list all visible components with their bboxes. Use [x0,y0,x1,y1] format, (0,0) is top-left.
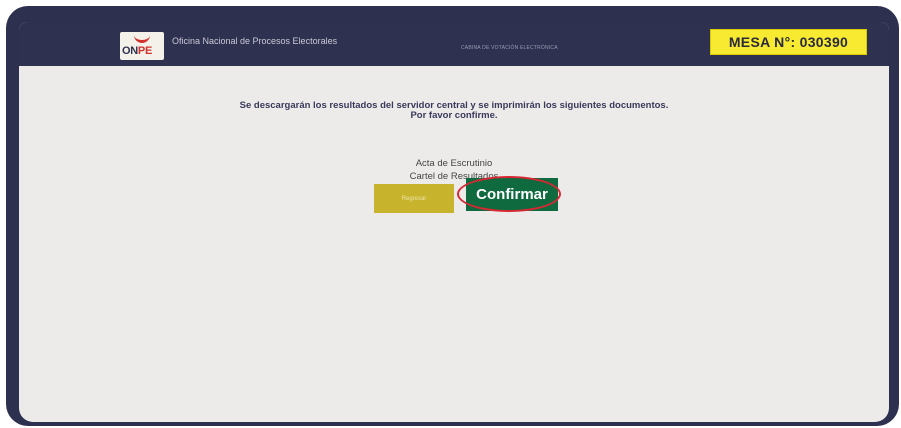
device-frame: ONPE Oficina Nacional de Procesos Electo… [6,6,899,426]
header-bar: ONPE Oficina Nacional de Procesos Electo… [19,22,889,66]
message-line-2: Por favor confirme. [410,110,498,121]
screen: ONPE Oficina Nacional de Procesos Electo… [19,22,889,422]
documents-list: Acta de Escrutinio Cartel de Resultados [19,157,889,183]
document-item: Acta de Escrutinio [415,158,493,169]
confirm-button[interactable]: Confirmar [466,178,558,211]
header-subtitle: CABINA DE VOTACIÓN ELECTRÓNICA [461,45,558,51]
document-item: Cartel de Resultados [409,171,499,182]
org-name: Oficina Nacional de Procesos Electorales [172,36,338,46]
onpe-logo: ONPE [120,32,164,60]
mesa-badge: MESA N°: 030390 [710,29,867,55]
confirmation-message: Se descargarán los resultados del servid… [19,101,889,121]
logo-mark-icon [134,34,150,43]
back-button[interactable]: Regresar [374,184,454,213]
logo-text: ONPE [122,45,152,57]
